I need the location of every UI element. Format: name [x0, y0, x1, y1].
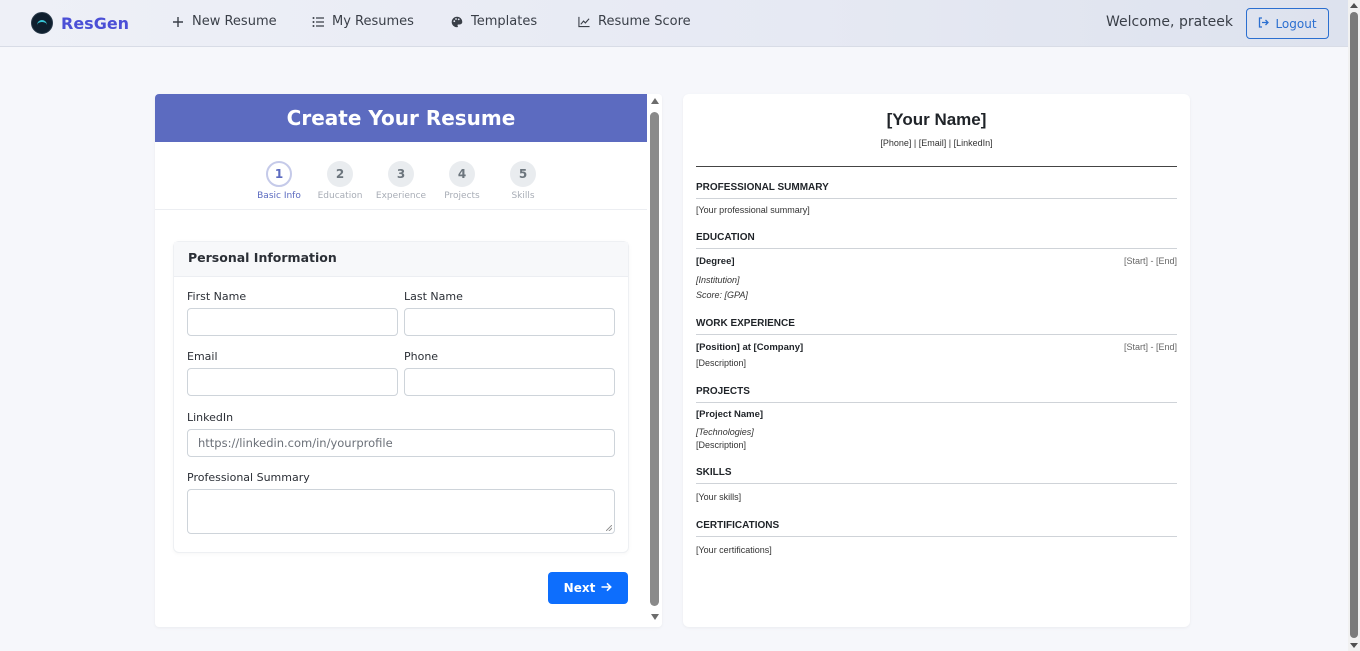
- preview-skills-heading: SKILLS: [696, 467, 1177, 484]
- first-name-label: First Name: [187, 290, 247, 303]
- preview-work-heading: WORK EXPERIENCE: [696, 318, 1177, 335]
- scroll-up-arrow-icon[interactable]: [1350, 3, 1358, 8]
- linkedin-label: LinkedIn: [187, 411, 234, 424]
- step-number: 4: [449, 161, 475, 187]
- step-number: 2: [327, 161, 353, 187]
- preview-education-heading: EDUCATION: [696, 232, 1177, 249]
- preview-project-name: [Project Name]: [696, 409, 764, 420]
- scrollbar-thumb[interactable]: [1350, 12, 1358, 638]
- nav-my-resumes-label: My Resumes: [332, 14, 414, 29]
- logout-label: Logout: [1275, 16, 1317, 31]
- logout-button[interactable]: Logout: [1246, 8, 1329, 39]
- preview-institution: [Institution]: [696, 275, 740, 285]
- preview-name: [Your Name]: [886, 110, 987, 129]
- preview-summary-heading: PROFESSIONAL SUMMARY: [696, 182, 1177, 199]
- email-input[interactable]: [187, 368, 398, 396]
- step-experience[interactable]: 3 Experience: [371, 161, 431, 201]
- preview-work-dates: [Start] - [End]: [1123, 342, 1177, 352]
- preview-summary-text: [Your professional summary]: [696, 205, 810, 215]
- form-title: Create Your Resume: [155, 94, 647, 142]
- resume-form-card: Create Your Resume 1 Basic Info 2 Educat…: [155, 94, 662, 627]
- sign-out-icon: [1258, 16, 1270, 31]
- step-basic-info[interactable]: 1 Basic Info: [249, 161, 309, 201]
- nav-templates[interactable]: Templates: [451, 14, 537, 29]
- step-indicator: 1 Basic Info 2 Education 3 Experience 4 …: [155, 142, 647, 210]
- preview-degree: [Degree]: [696, 256, 735, 267]
- arrow-right-icon: [601, 581, 613, 595]
- list-icon: [312, 16, 324, 28]
- preview-divider: [696, 166, 1177, 167]
- plus-icon: [172, 16, 184, 28]
- step-label: Basic Info: [257, 191, 301, 201]
- scroll-down-arrow-icon[interactable]: [651, 614, 659, 620]
- brand[interactable]: ResGen: [31, 12, 129, 34]
- preview-score: Score: [GPA]: [696, 290, 748, 300]
- preview-position: [Position] at [Company]: [696, 342, 804, 353]
- preview-projects-heading: PROJECTS: [696, 386, 1177, 403]
- step-projects[interactable]: 4 Projects: [432, 161, 492, 201]
- linkedin-input[interactable]: https://linkedin.com/in/yourprofile: [187, 429, 615, 457]
- section-title: Personal Information: [174, 242, 628, 277]
- brand-logo-icon: [31, 12, 53, 34]
- last-name-label: Last Name: [404, 290, 463, 303]
- top-navbar: ResGen New Resume My Resumes Templates R…: [0, 0, 1348, 47]
- professional-summary-textarea[interactable]: [187, 489, 615, 534]
- phone-input[interactable]: [404, 368, 615, 396]
- step-skills[interactable]: 5 Skills: [493, 161, 553, 201]
- scroll-down-arrow-icon[interactable]: [1350, 643, 1358, 648]
- preview-certifications-heading: CERTIFICATIONS: [696, 520, 1177, 537]
- preview-work-description: [Description]: [696, 358, 747, 368]
- resize-grip-icon[interactable]: [606, 525, 612, 531]
- nav-my-resumes[interactable]: My Resumes: [312, 14, 414, 29]
- step-label: Experience: [375, 191, 427, 201]
- next-label: Next: [563, 581, 596, 595]
- preview-contact: [Phone] | [Email] | [LinkedIn]: [880, 138, 993, 148]
- next-button[interactable]: Next: [548, 572, 628, 604]
- nav-templates-label: Templates: [471, 14, 538, 29]
- first-name-input[interactable]: [187, 308, 398, 336]
- preview-education-dates: [Start] - [End]: [1123, 256, 1177, 266]
- step-number: 3: [388, 161, 414, 187]
- preview-project-description: [Description]: [696, 440, 747, 450]
- chart-line-icon: [578, 16, 590, 28]
- nav-resume-score[interactable]: Resume Score: [578, 14, 691, 29]
- brand-name: ResGen: [61, 13, 130, 33]
- step-label: Projects: [444, 191, 480, 201]
- scrollbar-thumb[interactable]: [650, 112, 659, 606]
- phone-label: Phone: [404, 350, 439, 363]
- form-scrollbar[interactable]: [648, 94, 662, 627]
- window-scrollbar[interactable]: [1348, 0, 1360, 651]
- last-name-input[interactable]: [404, 308, 615, 336]
- step-label: Skills: [511, 191, 535, 201]
- resume-preview: [Your Name] [Phone] | [Email] | [LinkedI…: [683, 94, 1190, 627]
- step-number: 5: [510, 161, 536, 187]
- email-label: Email: [187, 350, 218, 363]
- welcome-text: Welcome, prateek: [1106, 14, 1233, 30]
- professional-summary-label: Professional Summary: [187, 471, 310, 484]
- step-label: Education: [317, 191, 363, 201]
- preview-technologies: [Technologies]: [696, 427, 754, 437]
- scroll-up-arrow-icon[interactable]: [651, 98, 659, 104]
- nav-new-resume-label: New Resume: [192, 14, 277, 29]
- preview-certifications-text: [Your certifications]: [696, 545, 772, 555]
- preview-skills-text: [Your skills]: [696, 492, 742, 502]
- nav-new-resume[interactable]: New Resume: [172, 14, 277, 29]
- personal-information-card: Personal Information First Name Last Nam…: [173, 241, 629, 553]
- step-number: 1: [266, 161, 292, 187]
- nav-resume-score-label: Resume Score: [598, 14, 691, 29]
- palette-icon: [451, 16, 463, 28]
- step-education[interactable]: 2 Education: [310, 161, 370, 201]
